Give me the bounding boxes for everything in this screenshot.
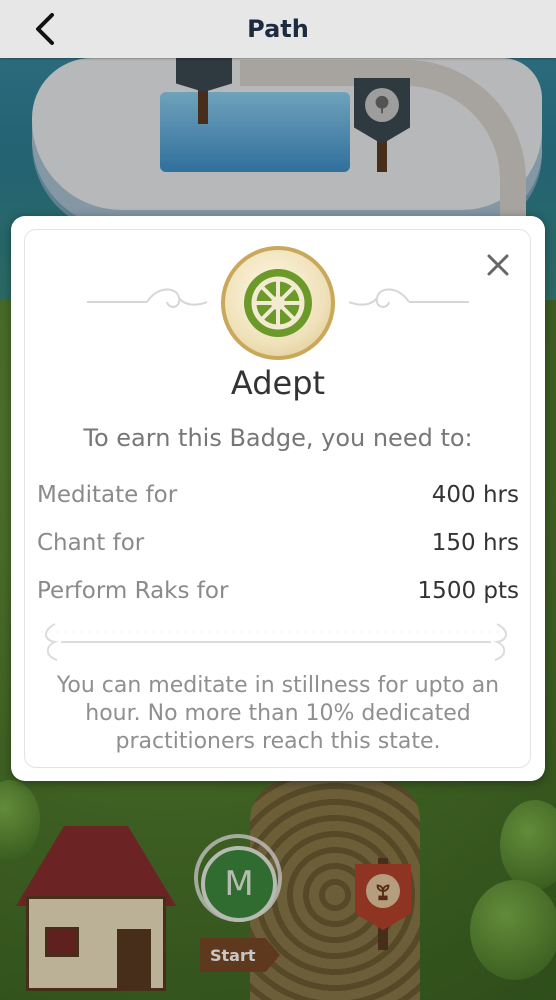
badge-medal <box>221 246 335 360</box>
requirement-row: Chant for 150 hrs <box>37 530 519 556</box>
ornamental-divider <box>41 623 511 661</box>
badge-description: You can meditate in stillness for upto a… <box>56 673 500 754</box>
flourish-left-ornament <box>87 288 207 308</box>
requirement-value: 400 hrs <box>431 482 519 508</box>
badge-name: Adept <box>230 364 326 402</box>
requirement-label: Meditate for <box>37 482 178 508</box>
requirements-heading: To earn this Badge, you need to: <box>83 424 473 452</box>
badge-modal: Adept To earn this Badge, you need to: M… <box>11 216 545 781</box>
close-icon[interactable] <box>483 250 513 280</box>
requirement-value: 150 hrs <box>431 530 519 556</box>
page-title: Path <box>247 15 309 43</box>
requirement-row: Meditate for 400 hrs <box>37 482 519 508</box>
requirement-value: 1500 pts <box>417 578 519 604</box>
flourish-right-ornament <box>349 288 469 308</box>
requirement-label: Chant for <box>37 530 145 556</box>
top-bar: Path <box>0 0 556 58</box>
requirement-row: Perform Raks for 1500 pts <box>37 578 519 604</box>
dharma-wheel-icon <box>244 269 312 337</box>
requirement-label: Perform Raks for <box>37 578 229 604</box>
chevron-left-icon[interactable] <box>26 9 66 49</box>
